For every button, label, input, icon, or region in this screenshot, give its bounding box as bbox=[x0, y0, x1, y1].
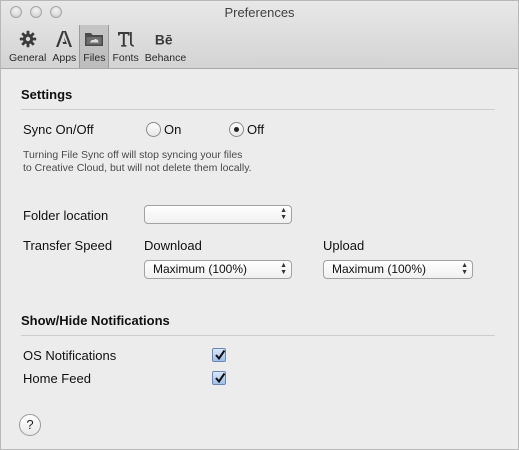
home-feed-label: Home Feed bbox=[23, 371, 91, 386]
os-notifications-label: OS Notifications bbox=[23, 348, 117, 363]
popup-arrows-icon: ▲ ▼ bbox=[280, 207, 287, 221]
sync-off-label[interactable]: Off bbox=[247, 122, 264, 137]
behance-icon: Bē bbox=[154, 28, 176, 50]
popup-arrows-icon: ▲ ▼ bbox=[280, 262, 287, 276]
sync-label: Sync On/Off bbox=[23, 122, 94, 137]
os-notifications-checkbox[interactable] bbox=[212, 348, 226, 362]
download-label: Download bbox=[144, 238, 202, 253]
tab-apps-label: Apps bbox=[52, 52, 77, 64]
popup-arrows-icon: ▲ ▼ bbox=[461, 262, 468, 276]
upload-speed-value: Maximum (100%) bbox=[332, 262, 427, 276]
adobe-logo-icon bbox=[53, 28, 75, 50]
upload-label: Upload bbox=[323, 238, 365, 253]
sync-hint-line-2: to Creative Cloud, but will not delete t… bbox=[23, 162, 252, 174]
tab-fonts-label: Fonts bbox=[112, 52, 139, 64]
tab-files[interactable]: Files bbox=[79, 25, 110, 68]
folder-location-label: Folder location bbox=[23, 208, 109, 223]
window-title: Preferences bbox=[224, 5, 295, 20]
preferences-window: Preferences General Apps Files Fonts Bē … bbox=[0, 0, 519, 450]
tab-fonts[interactable]: Fonts bbox=[109, 25, 141, 68]
notifications-divider bbox=[21, 335, 495, 336]
sync-off-radio[interactable] bbox=[229, 122, 244, 137]
settings-section-title: Settings bbox=[21, 87, 73, 102]
notifications-section-title: Show/Hide Notifications bbox=[21, 313, 170, 328]
sync-on-radio[interactable] bbox=[146, 122, 161, 137]
transfer-speed-label: Transfer Speed bbox=[23, 238, 113, 253]
checkmark-icon bbox=[215, 372, 226, 384]
folder-icon bbox=[83, 28, 105, 50]
tab-behance[interactable]: Bē Behance bbox=[142, 25, 189, 68]
tab-general[interactable]: General bbox=[6, 25, 49, 68]
svg-text:Bē: Bē bbox=[155, 33, 173, 48]
help-button[interactable]: ? bbox=[19, 414, 41, 436]
tab-behance-label: Behance bbox=[144, 52, 187, 64]
download-speed-value: Maximum (100%) bbox=[153, 262, 248, 276]
home-feed-checkbox[interactable] bbox=[212, 371, 226, 385]
checkmark-icon bbox=[215, 349, 226, 361]
download-speed-select[interactable]: Maximum (100%) ▲ ▼ bbox=[144, 260, 292, 279]
upload-speed-select[interactable]: Maximum (100%) ▲ ▼ bbox=[323, 260, 473, 279]
sync-on-label[interactable]: On bbox=[164, 122, 181, 137]
folder-location-select[interactable]: ▲ ▼ bbox=[144, 205, 292, 224]
title-bar: Preferences General Apps Files Fonts Bē … bbox=[1, 1, 518, 69]
tab-general-label: General bbox=[9, 52, 47, 64]
tab-apps[interactable]: Apps bbox=[49, 25, 79, 68]
preferences-toolbar: General Apps Files Fonts Bē Behance bbox=[6, 25, 189, 68]
sync-hint-line-1: Turning File Sync off will stop syncing … bbox=[23, 149, 243, 161]
gear-icon bbox=[17, 28, 39, 50]
tab-files-label: Files bbox=[83, 52, 106, 64]
typekit-icon bbox=[115, 28, 137, 50]
sync-hint: Turning File Sync off will stop syncing … bbox=[23, 149, 252, 175]
settings-divider bbox=[21, 109, 495, 110]
